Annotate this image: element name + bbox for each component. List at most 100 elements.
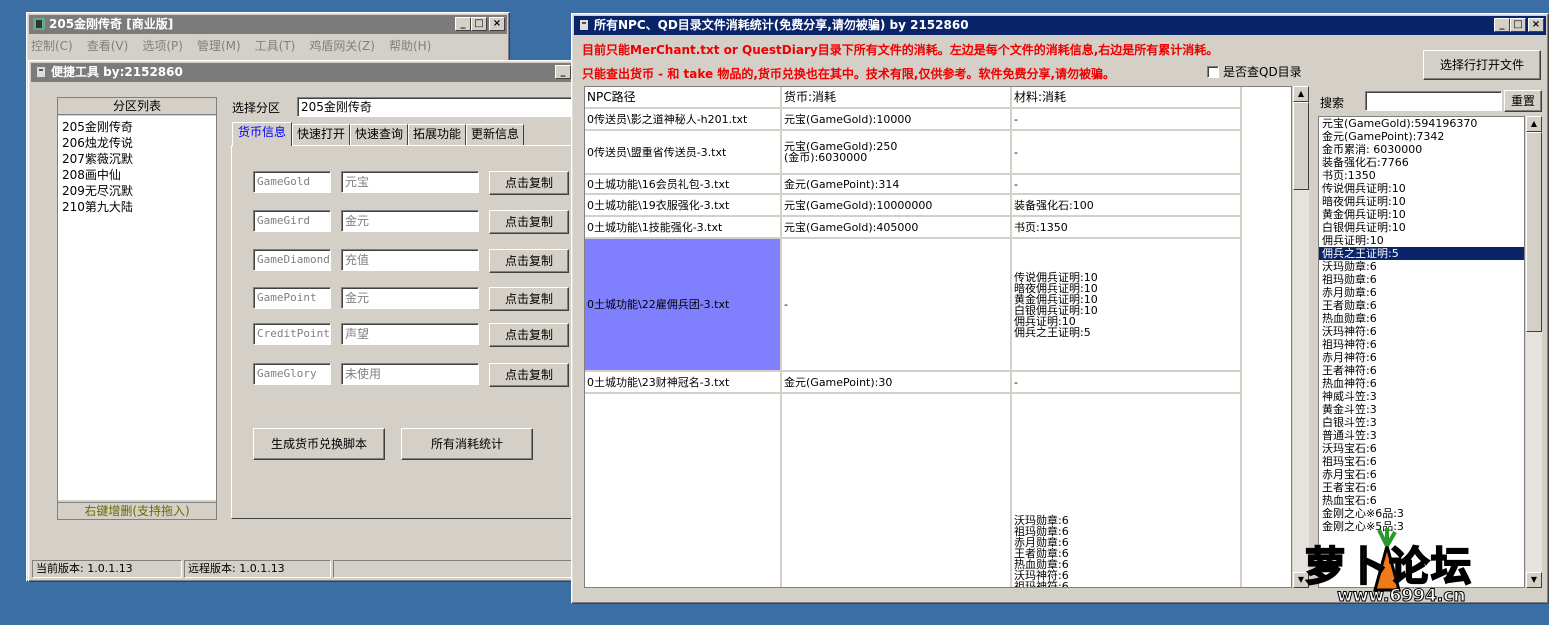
- tab-update-info[interactable]: 更新信息: [466, 124, 524, 145]
- totals-item[interactable]: 普通斗笠:3: [1319, 429, 1524, 442]
- currency-code-field[interactable]: GamePoint: [253, 287, 331, 309]
- generate-script-button[interactable]: 生成货币兑换脚本: [253, 428, 385, 460]
- minimize-icon[interactable]: _: [1494, 18, 1510, 32]
- totals-item[interactable]: 金元(GamePoint):7342: [1319, 130, 1524, 143]
- totals-item[interactable]: 白银佣兵证明:10: [1319, 221, 1524, 234]
- currency-code-field[interactable]: GameDiamond: [253, 249, 331, 271]
- menu-tools[interactable]: 工具(T): [255, 36, 296, 56]
- copy-button[interactable]: 点击复制: [489, 210, 569, 234]
- currency-code-field[interactable]: GameGird: [253, 210, 331, 232]
- npc-path-header[interactable]: NPC路径: [585, 87, 782, 107]
- totals-item[interactable]: 暗夜佣兵证明:10: [1319, 195, 1524, 208]
- totals-item[interactable]: 祖玛神符:6: [1319, 338, 1524, 351]
- currency-code-field[interactable]: CreditPoint: [253, 323, 331, 345]
- totals-item[interactable]: 王者宝石:6: [1319, 481, 1524, 494]
- partition-item[interactable]: 205金刚传奇: [62, 119, 212, 135]
- totals-item[interactable]: 赤月神符:6: [1319, 351, 1524, 364]
- close-icon[interactable]: ×: [1528, 18, 1544, 32]
- tab-quick-query[interactable]: 快速查询: [350, 124, 408, 145]
- minimize-icon[interactable]: _: [555, 65, 571, 79]
- currency-code-field[interactable]: GameGold: [253, 171, 331, 193]
- copy-button[interactable]: 点击复制: [489, 249, 569, 273]
- scroll-up-icon[interactable]: ▲: [1293, 86, 1309, 102]
- partition-item[interactable]: 210第九大陆: [62, 199, 212, 215]
- currency-code-field[interactable]: GameGlory: [253, 363, 331, 385]
- totals-item[interactable]: 热血勋章:6: [1319, 312, 1524, 325]
- maximize-icon[interactable]: □: [471, 17, 487, 31]
- table-row[interactable]: 0传送员\盟重省传送员-3.txt 元宝(GameGold):250 (金币):6…: [585, 131, 1242, 175]
- select-partition-input[interactable]: 205金刚传奇: [297, 97, 577, 117]
- menu-manage[interactable]: 管理(M): [197, 36, 241, 56]
- totals-item[interactable]: 元宝(GameGold):594196370: [1319, 117, 1524, 130]
- copy-button[interactable]: 点击复制: [489, 171, 569, 195]
- totals-item[interactable]: 沃玛神符:6: [1319, 325, 1524, 338]
- totals-item[interactable]: 热血神符:6: [1319, 377, 1524, 390]
- partition-item[interactable]: 206烛龙传说: [62, 135, 212, 151]
- currency-name-field[interactable]: 元宝: [341, 171, 479, 193]
- table-row[interactable]: 0传送员\影之道神秘人-h201.txt 元宝(GameGold):10000-: [585, 109, 1242, 131]
- material-header[interactable]: 材料:消耗: [1012, 87, 1242, 107]
- currency-name-field[interactable]: 金元: [341, 287, 479, 309]
- totals-item[interactable]: 热血宝石:6: [1319, 494, 1524, 507]
- partition-item[interactable]: 208画中仙: [62, 167, 212, 183]
- tab-currency-info[interactable]: 货币信息: [232, 122, 292, 146]
- partition-list[interactable]: 205金刚传奇 206烛龙传说 207紫薇沉默 208画中仙 209无尽沉默 2…: [58, 116, 216, 500]
- scroll-up-icon[interactable]: ▲: [1526, 116, 1542, 132]
- close-icon[interactable]: ×: [489, 17, 505, 31]
- all-stats-button[interactable]: 所有消耗统计: [401, 428, 533, 460]
- reset-button[interactable]: 重置: [1504, 90, 1542, 112]
- copy-button[interactable]: 点击复制: [489, 323, 569, 347]
- currency-header[interactable]: 货币:消耗: [782, 87, 1012, 107]
- totals-list[interactable]: 元宝(GameGold):594196370 金元(GamePoint):7342…: [1318, 116, 1525, 588]
- totals-item[interactable]: 王者神符:6: [1319, 364, 1524, 377]
- table-row[interactable]: 沃玛勋章:6 祖玛勋章:6 赤月勋章:6 王者勋章:6 热血勋章:6 沃玛神符:…: [585, 394, 1242, 587]
- currency-name-field[interactable]: 充值: [341, 249, 479, 271]
- stats-window-titlebar[interactable]: 所有NPC、QD目录文件消耗统计(免费分享,请勿被骗) by 2152860: [574, 16, 1546, 35]
- menu-control[interactable]: 控制(C): [31, 36, 73, 56]
- scroll-thumb[interactable]: [1526, 132, 1542, 332]
- partition-item[interactable]: 207紫薇沉默: [62, 151, 212, 167]
- scroll-thumb[interactable]: [1293, 102, 1309, 190]
- currency-name-field[interactable]: 声望: [341, 323, 479, 345]
- currency-name-field[interactable]: 金元: [341, 210, 479, 232]
- partition-item[interactable]: 209无尽沉默: [62, 183, 212, 199]
- tab-quick-open[interactable]: 快速打开: [292, 124, 350, 145]
- totals-item[interactable]: 书页:1350: [1319, 169, 1524, 182]
- table-row[interactable]: 0土城功能\22雇佣兵团-3.txt - 传说佣兵证明:10 暗夜佣兵证明:10 黄…: [585, 239, 1242, 372]
- tab-extensions[interactable]: 拓展功能: [408, 124, 466, 145]
- tool-window-titlebar[interactable]: 便捷工具 by:2152860: [31, 63, 573, 82]
- totals-item[interactable]: 赤月宝石:6: [1319, 468, 1524, 481]
- menu-options[interactable]: 选项(P): [142, 36, 183, 56]
- menu-gateway[interactable]: 鸡盾网关(Z): [309, 36, 375, 56]
- totals-item[interactable]: 装备强化石:7766: [1319, 156, 1524, 169]
- main-window-titlebar[interactable]: 205金刚传奇 [商业版]: [29, 15, 507, 34]
- totals-scrollbar[interactable]: ▲ ▼: [1525, 116, 1542, 588]
- open-selected-file-button[interactable]: 选择行打开文件: [1423, 50, 1541, 80]
- qd-checkbox-wrap[interactable]: 是否查QD目录: [1207, 63, 1302, 80]
- totals-item[interactable]: 祖玛宝石:6: [1319, 455, 1524, 468]
- totals-item[interactable]: 佣兵之王证明:5: [1319, 247, 1524, 260]
- table-row[interactable]: 0土城功能\23财神冠名-3.txt 金元(GamePoint):30-: [585, 372, 1242, 394]
- copy-button[interactable]: 点击复制: [489, 363, 569, 387]
- totals-item[interactable]: 赤月勋章:6: [1319, 286, 1524, 299]
- maximize-icon[interactable]: □: [1510, 18, 1526, 32]
- menu-view[interactable]: 查看(V): [87, 36, 129, 56]
- totals-item[interactable]: 沃玛勋章:6: [1319, 260, 1524, 273]
- totals-item[interactable]: 金币累消: 6030000: [1319, 143, 1524, 156]
- totals-item[interactable]: 传说佣兵证明:10: [1319, 182, 1524, 195]
- copy-button[interactable]: 点击复制: [489, 287, 569, 311]
- table-row[interactable]: 0土城功能\19衣服强化-3.txt 元宝(GameGold):10000000 装…: [585, 195, 1242, 217]
- totals-item[interactable]: 黄金佣兵证明:10: [1319, 208, 1524, 221]
- totals-item[interactable]: 白银斗笠:3: [1319, 416, 1524, 429]
- search-input[interactable]: [1365, 91, 1502, 111]
- table-scrollbar[interactable]: ▲ ▼: [1292, 86, 1309, 588]
- currency-name-field[interactable]: 未使用: [341, 363, 479, 385]
- table-row[interactable]: 0土城功能\16会员礼包-3.txt 金元(GamePoint):314-: [585, 175, 1242, 195]
- totals-item[interactable]: 祖玛勋章:6: [1319, 273, 1524, 286]
- qd-checkbox[interactable]: [1207, 65, 1219, 78]
- totals-item[interactable]: 佣兵证明:10: [1319, 234, 1524, 247]
- totals-item[interactable]: 金刚之心※6品:3: [1319, 507, 1524, 520]
- table-row[interactable]: 0土城功能\1技能强化-3.txt 元宝(GameGold):405000 书页:1…: [585, 217, 1242, 239]
- totals-item[interactable]: 神威斗笠:3: [1319, 390, 1524, 403]
- totals-item[interactable]: 王者勋章:6: [1319, 299, 1524, 312]
